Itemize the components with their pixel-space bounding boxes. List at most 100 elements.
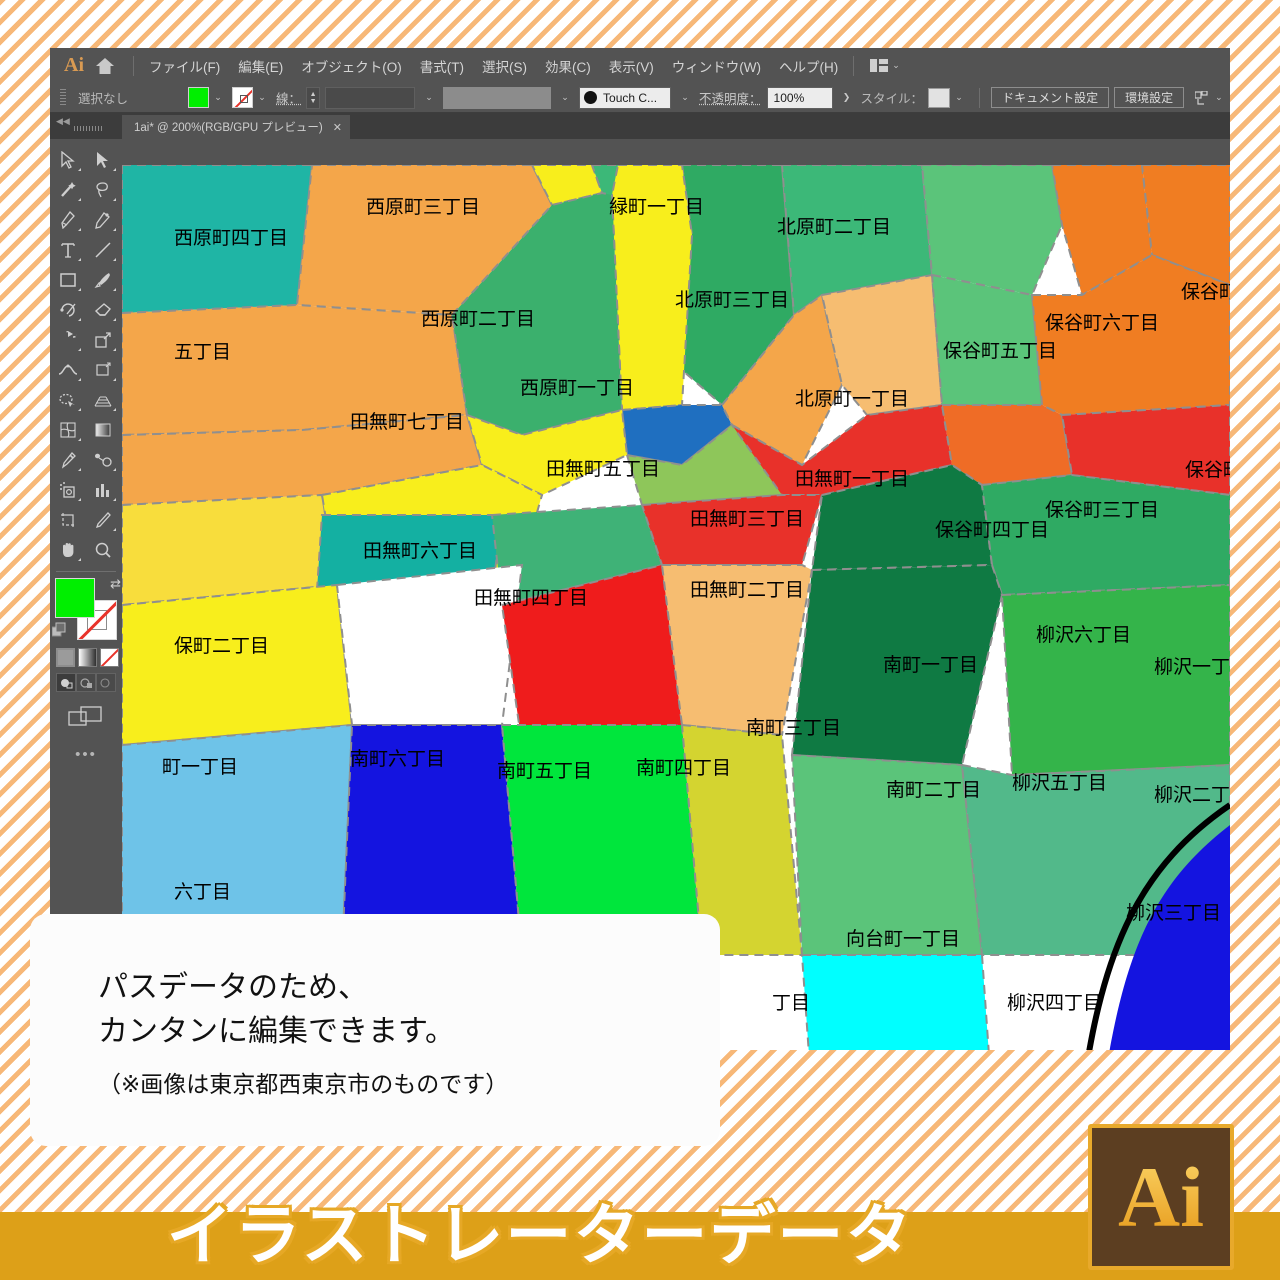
- scale-tool[interactable]: [86, 326, 119, 354]
- mesh-tool[interactable]: [51, 416, 84, 444]
- fill-swatch-group[interactable]: ⌄: [188, 87, 228, 108]
- menu-select[interactable]: 選択(S): [473, 53, 536, 79]
- type-tool[interactable]: [51, 236, 84, 264]
- stroke-weight-label: 線：: [276, 92, 302, 106]
- map-label: 田無町三丁目: [690, 508, 805, 530]
- paintbrush-tool[interactable]: [86, 266, 119, 294]
- default-fill-stroke-icon[interactable]: [51, 622, 68, 643]
- curvature-tool[interactable]: [86, 206, 119, 234]
- document-setup-button[interactable]: ドキュメント設定: [991, 87, 1110, 108]
- magic-wand-tool[interactable]: [51, 176, 84, 204]
- map-label: 南町一丁目: [883, 654, 979, 676]
- map-label: 六丁目: [174, 881, 232, 903]
- close-icon[interactable]: ✕: [333, 121, 342, 134]
- rectangle-tool[interactable]: [51, 266, 84, 294]
- graphic-style-group[interactable]: ⌄: [928, 87, 969, 108]
- menu-edit[interactable]: 編集(E): [229, 53, 292, 79]
- home-icon[interactable]: [93, 57, 127, 75]
- blend-tool[interactable]: [86, 446, 119, 474]
- opacity-options-button[interactable]: ❯: [837, 87, 856, 108]
- draw-inside-mode[interactable]: [96, 673, 116, 692]
- stroke-swatch-group[interactable]: ⌄: [232, 87, 272, 108]
- lasso-tool[interactable]: [86, 176, 119, 204]
- brush-definition-select[interactable]: Touch C...: [579, 86, 672, 109]
- gradient-swatch[interactable]: [78, 648, 97, 667]
- map-label: 北原町一丁目: [795, 388, 910, 410]
- draw-normal-mode[interactable]: [56, 673, 76, 692]
- fill-swatch-dropdown[interactable]: ⌄: [209, 87, 228, 108]
- map-label: 西原町二丁目: [421, 308, 536, 330]
- eyedropper-tool[interactable]: [51, 446, 84, 474]
- align-to-group[interactable]: ⌄: [1195, 90, 1223, 105]
- graphic-style-swatch[interactable]: [928, 87, 951, 108]
- preferences-button[interactable]: 環境設定: [1114, 87, 1185, 108]
- map-label: 五丁目: [174, 341, 232, 363]
- edit-toolbar-icon[interactable]: •••: [50, 746, 122, 763]
- map-label: 町一丁目: [162, 756, 239, 778]
- menu-help[interactable]: ヘルプ(H): [770, 53, 847, 79]
- pen-tool[interactable]: [51, 206, 84, 234]
- fill-swatch[interactable]: [188, 87, 210, 108]
- stroke-swatch-none[interactable]: [232, 87, 254, 108]
- map-label: 保谷町一丁目: [1181, 281, 1230, 303]
- stroke-profile-input[interactable]: [443, 86, 552, 109]
- map-label: 南町五丁目: [497, 760, 593, 782]
- tab-document-1[interactable]: 1ai* @ 200%(RGB/GPU プレビュー) ✕: [122, 115, 350, 139]
- fill-stroke-indicator: ⇄: [51, 576, 121, 643]
- map-label: 柳沢五丁目: [1012, 772, 1108, 794]
- menu-type[interactable]: 書式(T): [411, 53, 473, 79]
- free-transform-tool[interactable]: [86, 356, 119, 384]
- fill-indicator[interactable]: [55, 578, 95, 618]
- paint-mode-row: [56, 648, 122, 667]
- menu-window[interactable]: ウィンドウ(W): [663, 53, 770, 79]
- selection-tool[interactable]: [51, 146, 84, 174]
- menu-file[interactable]: ファイル(F): [140, 53, 229, 79]
- stroke-weight-input[interactable]: [325, 86, 416, 109]
- line-segment-tool[interactable]: [86, 236, 119, 264]
- perspective-grid-tool[interactable]: [86, 386, 119, 414]
- artboard-tool[interactable]: [51, 506, 84, 534]
- none-swatch[interactable]: [100, 648, 119, 667]
- stroke-weight-dropdown[interactable]: ⌄: [420, 87, 439, 108]
- menu-view[interactable]: 表示(V): [600, 53, 663, 79]
- chevron-down-icon: ⌄: [1215, 92, 1223, 102]
- collapse-panel-icon[interactable]: ◀◀: [56, 116, 70, 127]
- control-divider: [979, 87, 981, 108]
- draw-behind-mode[interactable]: [76, 673, 96, 692]
- hand-tool[interactable]: [51, 536, 84, 564]
- shape-builder-tool[interactable]: [51, 386, 84, 414]
- control-bar-grip[interactable]: [60, 88, 66, 107]
- shaper-tool[interactable]: [51, 296, 84, 324]
- stroke-profile-dropdown[interactable]: ⌄: [556, 87, 575, 108]
- menu-effect[interactable]: 効果(C): [536, 53, 600, 79]
- map-label: 田無町五丁目: [546, 458, 661, 480]
- symbol-sprayer-tool[interactable]: [51, 476, 84, 504]
- menu-object[interactable]: オブジェクト(O): [292, 53, 411, 79]
- ai-app-logo: Ai: [64, 54, 84, 76]
- zoom-tool[interactable]: [86, 536, 119, 564]
- color-swatch[interactable]: [56, 648, 75, 667]
- change-screen-mode-icon[interactable]: [50, 704, 122, 728]
- graphic-style-dropdown[interactable]: ⌄: [950, 87, 969, 108]
- eraser-tool[interactable]: [86, 296, 119, 324]
- slice-tool[interactable]: [86, 506, 119, 534]
- illustrator-window: Ai ファイル(F) 編集(E) オブジェクト(O) 書式(T) 選択(S) 効…: [50, 48, 1230, 1050]
- width-tool[interactable]: [51, 356, 84, 384]
- map-label: 保谷町六丁目: [1045, 312, 1160, 334]
- tool-panel-grip[interactable]: [74, 126, 104, 131]
- map-label: 柳沢六丁目: [1036, 624, 1132, 646]
- map-label: 田無町四丁目: [474, 587, 589, 609]
- gradient-tool[interactable]: [86, 416, 119, 444]
- arrange-documents-icon[interactable]: ⌄: [860, 59, 900, 72]
- stroke-swatch-dropdown[interactable]: ⌄: [253, 87, 272, 108]
- control-bar: 選択なし ⌄ ⌄ 線： ▲ ▼ ⌄ ⌄ Touch C... ⌄ 不透明度： 10…: [50, 83, 1230, 113]
- column-graph-tool[interactable]: [86, 476, 119, 504]
- opacity-input[interactable]: 100%: [766, 86, 833, 109]
- map-label: 南町三丁目: [746, 717, 842, 739]
- rotate-tool[interactable]: [51, 326, 84, 354]
- map-label: 向台町一丁目: [846, 928, 961, 950]
- stroke-weight-stepper[interactable]: ▲ ▼: [306, 86, 321, 109]
- swap-fill-stroke-icon[interactable]: ⇄: [110, 576, 121, 592]
- brush-definition-dropdown[interactable]: ⌄: [676, 87, 695, 108]
- direct-selection-tool[interactable]: [86, 146, 119, 174]
